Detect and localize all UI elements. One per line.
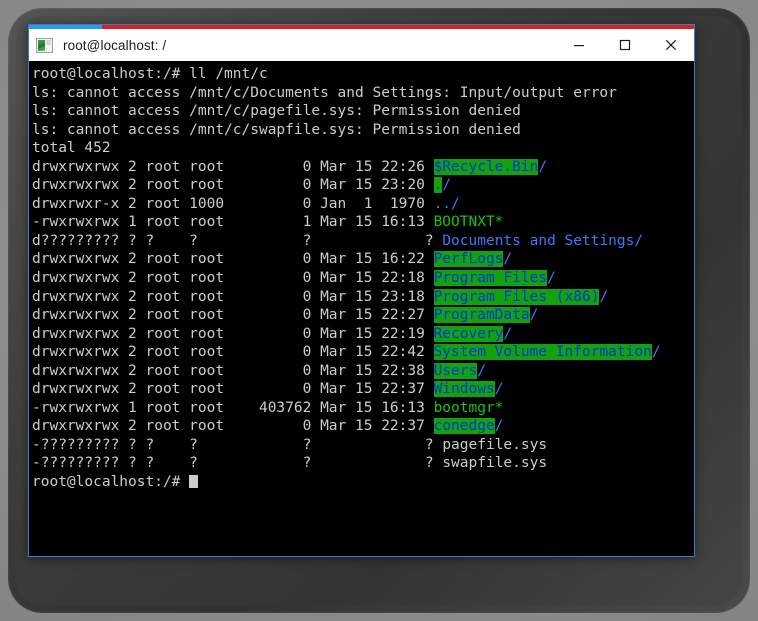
- terminal-line: drwxrwxrwx 2 root root 0 Mar 15 22:37 Wi…: [32, 380, 694, 399]
- terminal-line: drwxrwxrwx 2 root root 0 Mar 15 22:19 Re…: [32, 325, 694, 344]
- window-title: root@localhost: /: [63, 38, 166, 53]
- terminal-line: ls: cannot access /mnt/c/pagefile.sys: P…: [32, 102, 694, 121]
- terminal-window: root@localhost: /: [28, 24, 695, 557]
- maximize-button[interactable]: [602, 29, 648, 61]
- terminal-icon: [36, 38, 53, 53]
- title-bar[interactable]: root@localhost: /: [29, 29, 694, 61]
- terminal-line: drwxrwxrwx 2 root root 0 Mar 15 22:42 Sy…: [32, 343, 694, 362]
- minimize-button[interactable]: [556, 29, 602, 61]
- terminal-line: drwxrwxrwx 2 root root 0 Mar 15 22:26 $R…: [32, 158, 694, 177]
- device-bezel: root@localhost: /: [0, 0, 758, 621]
- terminal-line: root@localhost:/#: [32, 473, 694, 492]
- maximize-icon: [619, 39, 631, 51]
- terminal-lines: root@localhost:/# ll /mnt/cls: cannot ac…: [32, 65, 694, 492]
- close-button[interactable]: [648, 29, 694, 61]
- title-bar-left: root@localhost: /: [29, 38, 556, 53]
- terminal-line: drwxrwxrwx 2 root root 0 Mar 15 23:18 Pr…: [32, 288, 694, 307]
- terminal-cursor: [189, 475, 198, 488]
- terminal-line: root@localhost:/# ll /mnt/c: [32, 65, 694, 84]
- terminal-line: -????????? ? ? ? ? ? swapfile.sys: [32, 454, 694, 473]
- terminal-line: drwxrwxrwx 2 root root 0 Mar 15 22:18 Pr…: [32, 269, 694, 288]
- terminal-line: ls: cannot access /mnt/c/swapfile.sys: P…: [32, 121, 694, 140]
- terminal-line: drwxrwxr-x 2 root 1000 0 Jan 1 1970 ../: [32, 195, 694, 214]
- terminal-line: total 452: [32, 139, 694, 158]
- terminal-output-area[interactable]: root@localhost:/# ll /mnt/cls: cannot ac…: [29, 61, 694, 556]
- terminal-line: drwxrwxrwx 2 root root 0 Mar 15 22:38 Us…: [32, 362, 694, 381]
- window-controls: [556, 29, 694, 61]
- terminal-line: d????????? ? ? ? ? ? Documents and Setti…: [32, 232, 694, 251]
- close-icon: [665, 39, 677, 51]
- terminal-line: -rwxrwxrwx 1 root root 403762 Mar 15 16:…: [32, 399, 694, 418]
- terminal-line: drwxrwxrwx 2 root root 0 Mar 15 23:20 ./: [32, 176, 694, 195]
- minimize-icon: [573, 39, 585, 51]
- terminal-line: drwxrwxrwx 2 root root 0 Mar 15 16:22 Pe…: [32, 250, 694, 269]
- terminal-line: drwxrwxrwx 2 root root 0 Mar 15 22:27 Pr…: [32, 306, 694, 325]
- terminal-line: drwxrwxrwx 2 root root 0 Mar 15 22:37 co…: [32, 417, 694, 436]
- terminal-line: -rwxrwxrwx 1 root root 1 Mar 15 16:13 BO…: [32, 213, 694, 232]
- terminal-line: ls: cannot access /mnt/c/Documents and S…: [32, 84, 694, 103]
- terminal-line: -????????? ? ? ? ? ? pagefile.sys: [32, 436, 694, 455]
